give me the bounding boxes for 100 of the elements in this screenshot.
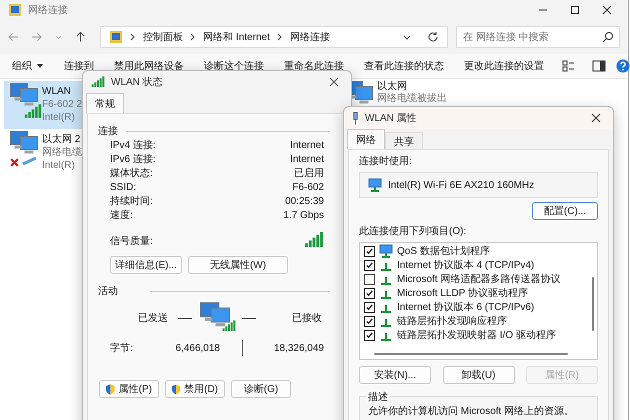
field-value: 已启用 xyxy=(294,166,324,180)
connection-name: 以太网 xyxy=(377,81,408,92)
breadcrumb-item[interactable]: 网络和 Internet xyxy=(203,30,270,44)
preview-pane-icon[interactable] xyxy=(592,59,606,73)
checkbox[interactable] xyxy=(364,302,375,312)
list-item[interactable]: Internet 协议版本 6 (TCP/IPv6) xyxy=(364,300,593,314)
back-arrow-icon[interactable] xyxy=(8,31,19,43)
field-label: 速度: xyxy=(110,208,133,222)
search-icon xyxy=(602,31,614,43)
chevron-down-icon[interactable] xyxy=(403,33,412,41)
bytes-sent: 6,466,018 xyxy=(174,342,220,354)
bytes-received: 18,326,049 xyxy=(272,342,324,354)
cable-icon xyxy=(22,157,38,165)
field-value: F6-602 xyxy=(292,182,324,192)
connection-detail: 网络电缆 xyxy=(42,146,82,159)
control-panel-icon xyxy=(109,30,124,44)
list-item[interactable]: 链路层拓扑发现映射器 I/O 驱动程序 xyxy=(364,328,593,342)
list-item[interactable]: Microsoft 网络适配器多路传送器协议 xyxy=(364,272,593,286)
close-icon[interactable] xyxy=(591,113,601,123)
dialog-button[interactable]: 禁用(D) xyxy=(165,380,225,398)
field-label: 媒体状态: xyxy=(110,166,153,180)
network-computer-icon xyxy=(10,131,38,154)
breadcrumb-item[interactable]: 控制面板 xyxy=(143,30,184,44)
window-title: 网络连接 xyxy=(28,4,68,17)
close-icon[interactable] xyxy=(329,77,339,87)
connection-name: 以太网 2 xyxy=(42,133,82,146)
adapter-field: Intel(R) Wi-Fi 6E AX210 160MHz xyxy=(359,172,598,198)
field-value: 1.7 Gbps xyxy=(283,210,324,220)
scrollbar[interactable] xyxy=(592,277,594,331)
field-value: 00:25:39 xyxy=(285,196,324,206)
chevron-right-icon xyxy=(189,33,198,41)
dialog-button[interactable]: 详细信息(E)... xyxy=(110,256,182,274)
close-icon[interactable] xyxy=(602,5,612,15)
section-heading: 连接 xyxy=(98,124,118,138)
connection-detail: Intel(R) xyxy=(42,159,76,172)
signal-bars-icon xyxy=(91,76,105,88)
forward-arrow-icon[interactable] xyxy=(31,31,42,43)
connection-name: WLAN xyxy=(42,85,72,98)
dialog-title: WLAN 状态 xyxy=(111,76,163,89)
dialog-title: WLAN 属性 xyxy=(365,112,417,125)
description-text: 允许你的计算机访问 Microsoft 网络上的资源。 xyxy=(368,406,574,417)
signal-quality-icon xyxy=(304,232,324,248)
search-field[interactable]: 在 网络连接 中搜索 xyxy=(456,26,620,48)
dialog-button[interactable]: 诊断(G) xyxy=(231,380,291,398)
field-value: Internet xyxy=(290,140,324,150)
maximize-icon[interactable] xyxy=(570,5,580,15)
field-label: 此连接使用下列项目(O): xyxy=(359,224,468,238)
dialog-button[interactable]: 卸载(U) xyxy=(442,366,514,384)
checkbox[interactable] xyxy=(364,330,375,340)
list-item[interactable]: 链路层拓扑发现响应程序 xyxy=(364,314,593,328)
section-heading: 活动 xyxy=(98,285,118,298)
field-label: IPv4 连接: xyxy=(110,138,156,152)
control-panel-icon xyxy=(8,3,22,17)
tab[interactable]: 共享 xyxy=(385,132,423,149)
tab[interactable]: 常规 xyxy=(86,93,124,113)
checkbox[interactable] xyxy=(364,288,375,298)
connection-detail: F6-602 2 xyxy=(42,98,82,111)
monitor-icon xyxy=(379,244,393,258)
signal-bars-icon xyxy=(222,320,236,332)
dialog-button[interactable]: 安装(N)... xyxy=(359,366,431,384)
toolbar-button[interactable]: 重命名此连接 xyxy=(278,57,350,75)
checkbox[interactable] xyxy=(364,316,375,326)
scrollbar[interactable] xyxy=(374,353,568,355)
list-item[interactable]: Internet 协议版本 4 (TCP/IPv4) xyxy=(364,258,593,272)
signal-bars-icon xyxy=(24,104,42,119)
adapter-icon xyxy=(352,112,359,124)
sent-label: 已发送 xyxy=(138,312,168,325)
received-label: 已接收 xyxy=(292,312,322,325)
field-value: Internet xyxy=(290,154,324,164)
refresh-icon[interactable] xyxy=(427,31,440,43)
toolbar-button[interactable]: 更改此连接的设置 xyxy=(458,57,550,75)
checkbox[interactable] xyxy=(364,260,375,270)
list-item[interactable]: QoS 数据包计划程序 xyxy=(364,244,593,258)
configure-button[interactable]: 配置(C)... xyxy=(532,202,598,220)
breadcrumb-item[interactable]: 网络连接 xyxy=(290,30,330,44)
network-adapter-icon xyxy=(368,178,382,192)
address-bar[interactable]: 控制面板 网络和 Internet 网络连接 xyxy=(100,26,448,48)
connection-item[interactable]: 以太网 2 网络电缆 Intel(R) xyxy=(4,129,94,173)
chevron-right-icon xyxy=(129,33,138,41)
field-label: 字节: xyxy=(110,342,134,355)
toolbar-button[interactable]: 查看此连接的状态 xyxy=(358,57,450,75)
help-icon[interactable] xyxy=(616,59,630,73)
field-label: 持续时间: xyxy=(110,194,153,208)
connection-detail: 网络电缆被拔出 xyxy=(377,93,447,105)
connection-detail: Intel(R) xyxy=(42,111,76,124)
toolbar-button[interactable]: 组织 xyxy=(6,57,50,75)
toolbar-button[interactable]: 诊断这个连接 xyxy=(198,57,270,75)
tab[interactable]: 网络 xyxy=(347,129,385,149)
field-label: 连接时使用: xyxy=(359,154,413,168)
toolbar-button[interactable]: 禁用此网络设备 xyxy=(108,57,190,75)
checkbox[interactable] xyxy=(364,274,375,284)
network-computers-icon xyxy=(200,302,230,327)
list-item[interactable]: Microsoft LLDP 协议驱动程序 xyxy=(364,286,593,300)
up-arrow-icon[interactable] xyxy=(75,31,86,43)
dialog-button[interactable]: 属性(P) xyxy=(99,380,159,398)
checkbox[interactable] xyxy=(364,246,375,256)
toolbar-button[interactable]: 连接到 xyxy=(58,57,100,75)
dialog-button[interactable]: 无线属性(W) xyxy=(188,256,288,274)
view-options-icon[interactable] xyxy=(562,59,576,73)
group-heading: 描述 xyxy=(366,390,390,404)
